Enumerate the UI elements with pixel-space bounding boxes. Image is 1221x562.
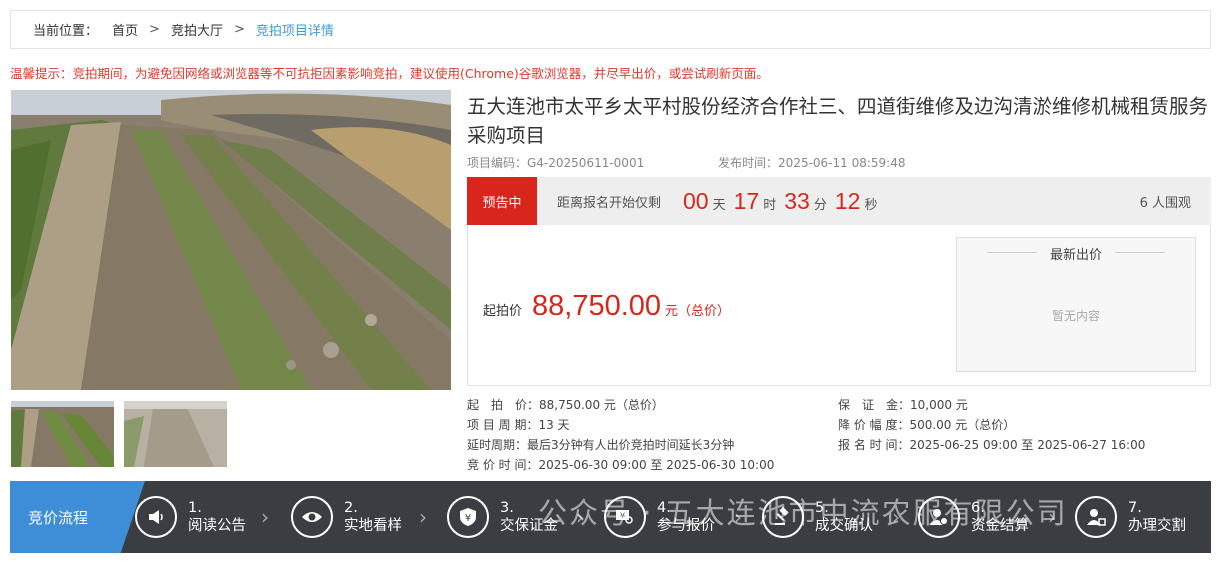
process-step-handover[interactable]: 7. 办理交割 bbox=[1075, 481, 1186, 553]
breadcrumb-home-link[interactable]: 首页 bbox=[112, 20, 138, 39]
latest-bid-box: 最新出价 暂无内容 bbox=[956, 237, 1196, 372]
project-meta: 项目编码：G4-20250611-0001 发布时间：2025-06-11 08… bbox=[467, 154, 906, 171]
user-money-icon bbox=[918, 496, 960, 538]
step-number: 5. bbox=[815, 500, 829, 516]
step-number: 4. bbox=[657, 500, 671, 516]
process-label: 竞价流程 bbox=[28, 509, 89, 527]
warning-notice: 温馨提示：竞拍期间，为避免因网络或浏览器等不可抗拒因素影响竞拍，建议使用(Chr… bbox=[10, 66, 769, 81]
process-step-site-visit[interactable]: 2. 实地看样 bbox=[291, 481, 402, 553]
main-project-photo bbox=[11, 90, 451, 390]
gavel-icon bbox=[762, 496, 804, 538]
chevron-right-icon: › bbox=[892, 505, 900, 529]
breadcrumb: 当前位置： 首页 > 竞拍大厅 > 竞拍项目详情 bbox=[10, 10, 1211, 49]
breadcrumb-label: 当前位置： bbox=[33, 24, 99, 39]
auction-details: 起 拍 价：88,750.00 元（总价） 保 证 金：10,000 元 项 目… bbox=[467, 395, 1212, 475]
detail-delay: 延时周期：最后3分钟有人出价竞拍时间延长3分钟 bbox=[467, 438, 735, 452]
photo-thumbnail[interactable] bbox=[11, 401, 114, 467]
auction-status-bar: 预告中 距离报名开始仅剩 00 天 17 时 33 分 12 秒 6 人围观 bbox=[467, 177, 1211, 225]
price-search-icon: ¥ bbox=[604, 496, 646, 538]
step-label: 交保证金 bbox=[500, 518, 558, 534]
photo-thumbnail[interactable] bbox=[124, 401, 227, 467]
watcher-count: 6 人围观 bbox=[1139, 195, 1191, 211]
step-number: 7. bbox=[1128, 500, 1142, 516]
detail-decrement: 降 价 幅 度：500.00 元（总价） bbox=[838, 418, 1016, 432]
eye-icon bbox=[291, 496, 333, 538]
price-panel: 起拍价 88,750.00 元（总价） 最新出价 暂无内容 bbox=[467, 225, 1211, 386]
megaphone-icon bbox=[135, 496, 177, 538]
countdown-seconds-unit: 秒 bbox=[864, 197, 878, 213]
detail-deposit: 保 证 金：10,000 元 bbox=[838, 398, 968, 412]
chevron-right-icon: › bbox=[576, 505, 584, 529]
svg-text:¥: ¥ bbox=[620, 512, 625, 521]
detail-signup-time: 报 名 时 间：2025-06-25 09:00 至 2025-06-27 16… bbox=[838, 438, 1146, 452]
process-step-settlement[interactable]: 6. 资金结算 bbox=[918, 481, 1029, 553]
publish-time: 发布时间：2025-06-11 08:59:48 bbox=[718, 156, 906, 170]
countdown-days-unit: 天 bbox=[712, 197, 726, 213]
breadcrumb-current[interactable]: 竞拍项目详情 bbox=[256, 20, 334, 39]
countdown-timer: 00 天 17 时 33 分 12 秒 bbox=[683, 188, 885, 215]
step-number: 3. bbox=[500, 500, 514, 516]
process-step-confirm[interactable]: 5. 成交确认 bbox=[762, 481, 873, 553]
step-number: 2. bbox=[344, 500, 358, 516]
chevron-right-icon: › bbox=[1048, 505, 1056, 529]
user-handover-icon bbox=[1075, 496, 1117, 538]
step-label: 办理交割 bbox=[1128, 518, 1186, 534]
countdown-label: 距离报名开始仅剩 bbox=[557, 195, 662, 211]
countdown-hours-unit: 时 bbox=[763, 197, 777, 213]
project-code: 项目编码：G4-20250611-0001 bbox=[467, 156, 645, 170]
chevron-right-icon: › bbox=[419, 505, 427, 529]
chevron-right-icon: › bbox=[261, 505, 269, 529]
start-price: 起拍价 88,750.00 元（总价） bbox=[483, 290, 730, 323]
breadcrumb-separator: > bbox=[149, 22, 160, 37]
breadcrumb-hall-link[interactable]: 竞拍大厅 bbox=[171, 20, 223, 39]
chevron-right-icon: › bbox=[734, 505, 742, 529]
process-step-read-notice[interactable]: 1. 阅读公告 bbox=[135, 481, 246, 553]
countdown-minutes-unit: 分 bbox=[813, 197, 827, 213]
detail-bid-time: 竞 价 时 间：2025-06-30 09:00 至 2025-06-30 10… bbox=[467, 458, 775, 472]
detail-start-price: 起 拍 价：88,750.00 元（总价） bbox=[467, 398, 664, 412]
detail-cycle: 项 目 周 期：13 天 bbox=[467, 418, 570, 432]
countdown-seconds: 12 bbox=[834, 187, 861, 214]
project-title: 五大连池市太平乡太平村股份经济合作社三、四道街维修及边沟清淤维修机械租赁服务采购… bbox=[467, 95, 1209, 147]
shield-yuan-icon: ¥ bbox=[447, 496, 489, 538]
countdown-hours: 17 bbox=[733, 187, 760, 214]
step-label: 资金结算 bbox=[971, 518, 1029, 534]
process-step-bid[interactable]: ¥ 4. 参与报价 bbox=[604, 481, 715, 553]
status-badge: 预告中 bbox=[467, 177, 537, 225]
step-label: 实地看样 bbox=[344, 518, 402, 534]
latest-bid-title: 最新出价 bbox=[1049, 248, 1102, 263]
step-label: 参与报价 bbox=[657, 518, 715, 534]
step-number: 1. bbox=[188, 500, 202, 516]
svg-text:¥: ¥ bbox=[465, 513, 471, 524]
step-label: 成交确认 bbox=[815, 518, 873, 534]
start-price-unit: 元（总价） bbox=[665, 304, 731, 319]
countdown-days: 00 bbox=[683, 187, 709, 214]
countdown-minutes: 33 bbox=[784, 187, 810, 214]
process-step-deposit[interactable]: ¥ 3. 交保证金 bbox=[447, 481, 558, 553]
latest-bid-empty: 暂无内容 bbox=[1051, 309, 1100, 323]
start-price-label: 起拍价 bbox=[483, 304, 523, 319]
start-price-value: 88,750.00 bbox=[532, 290, 662, 322]
breadcrumb-separator: > bbox=[233, 22, 245, 37]
step-label: 阅读公告 bbox=[188, 518, 246, 534]
bidding-process-bar: 竞价流程 1. 阅读公告 › 2. 实地看样 › ¥ 3. 交保证金 › ¥ 4. 参与… bbox=[10, 481, 1211, 553]
step-number: 6. bbox=[971, 500, 985, 516]
